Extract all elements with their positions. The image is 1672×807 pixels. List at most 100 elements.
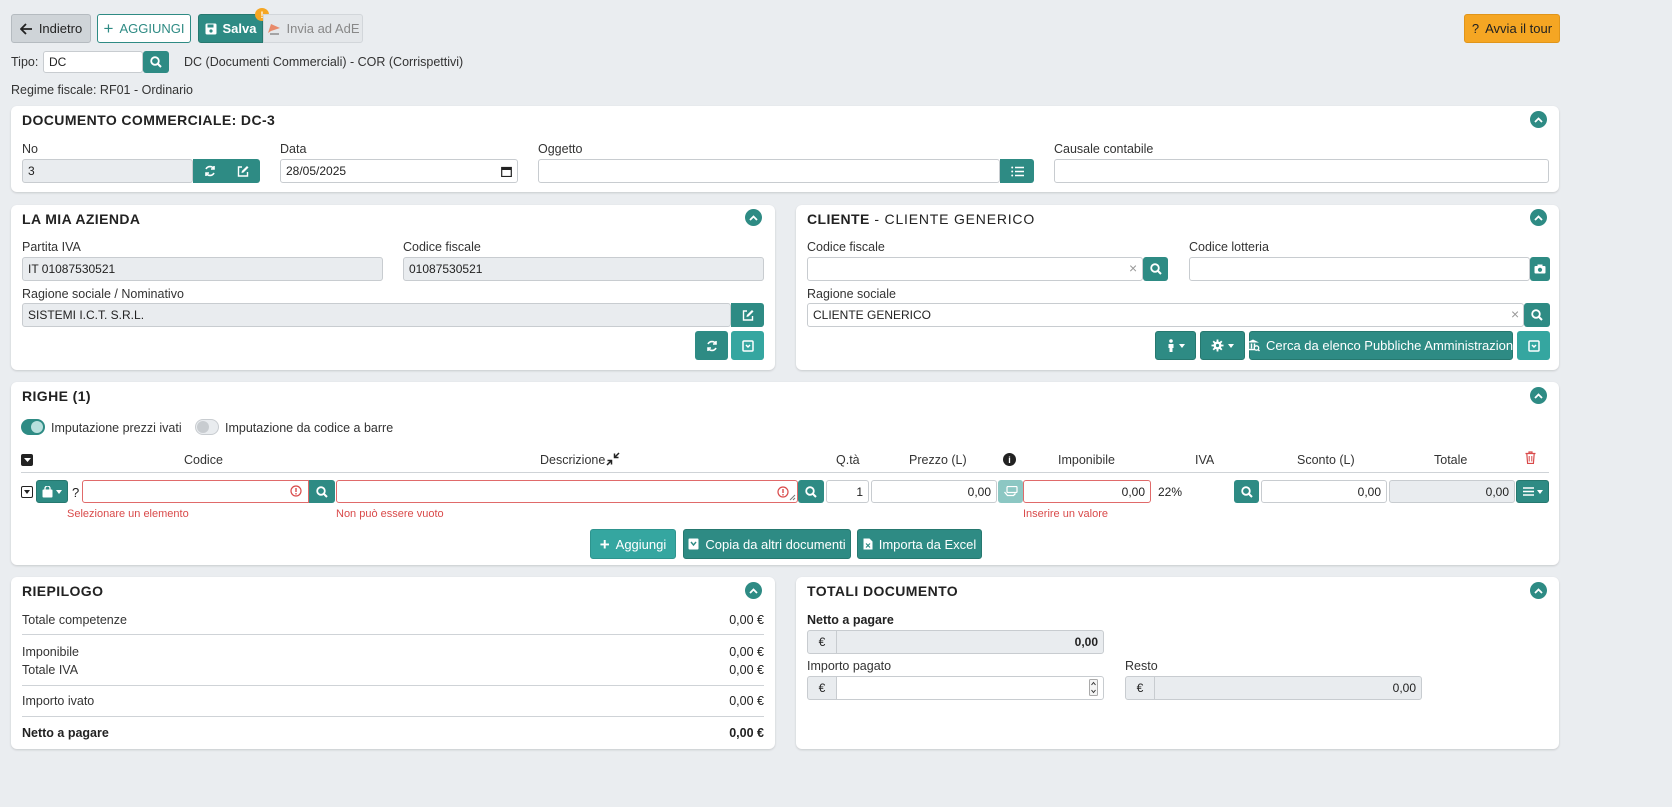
product-type-dropdown[interactable]: [36, 480, 68, 503]
collapse-righe-button[interactable]: [1530, 387, 1547, 404]
totale-input: 0,00: [1389, 480, 1515, 503]
prezzi-ivati-toggle[interactable]: [21, 419, 45, 435]
add-document-button[interactable]: + AGGIUNGI: [97, 14, 191, 43]
compress-icon[interactable]: [606, 452, 620, 466]
col-totale: Totale: [1434, 453, 1468, 467]
collapse-riepilogo-button[interactable]: [745, 582, 762, 599]
causale-label: Causale contabile: [1054, 142, 1154, 156]
error-icon: [777, 486, 789, 498]
cliente-cf-search-button[interactable]: [1143, 257, 1168, 281]
trash-icon[interactable]: [1525, 451, 1536, 464]
excel-file-icon: [863, 538, 873, 550]
descrizione-input[interactable]: [336, 480, 798, 503]
righe-title: RIGHE (1): [22, 388, 91, 404]
collapse-azienda-button[interactable]: [745, 209, 762, 226]
netto-value: 0,00 €: [729, 726, 764, 740]
send-ade-button[interactable]: Invia ad AdE: [263, 14, 363, 43]
azienda-rs-input[interactable]: SISTEMI I.C.T. S.R.L.: [22, 303, 731, 327]
edit-azienda-button[interactable]: [731, 303, 764, 327]
search-icon: [1531, 309, 1543, 321]
imponibile-input[interactable]: 0,00: [1023, 480, 1151, 503]
imponibile-label: Imponibile: [22, 645, 79, 659]
person-type-dropdown[interactable]: [1155, 331, 1196, 360]
resize-handle-icon[interactable]: [789, 494, 796, 501]
add-row-button[interactable]: + Aggiungi: [590, 529, 676, 559]
data-label: Data: [280, 142, 307, 156]
spinner-icon[interactable]: [1089, 679, 1098, 696]
prezzo-input[interactable]: 0,00: [871, 480, 997, 503]
sconto-input[interactable]: 0,00: [1261, 480, 1387, 503]
refresh-icon: [706, 340, 718, 352]
caret-down-icon: [24, 490, 30, 494]
plus-icon: +: [103, 19, 114, 38]
table-header-divider: [21, 472, 1549, 473]
tipo-search-button[interactable]: [143, 51, 169, 73]
import-excel-button[interactable]: Importa da Excel: [857, 529, 982, 559]
codice-input[interactable]: [82, 480, 309, 503]
lotteria-input[interactable]: [1189, 257, 1530, 281]
save-button[interactable]: Salva: [198, 14, 263, 43]
codice-barre-toggle[interactable]: [195, 419, 219, 435]
info-icon[interactable]: i: [1003, 453, 1016, 466]
piva-label: Partita IVA: [22, 240, 81, 254]
iva-input[interactable]: 22%: [1152, 480, 1234, 503]
price-toggle-button[interactable]: [998, 480, 1023, 503]
iva-search-button[interactable]: [1234, 480, 1259, 503]
start-tour-button[interactable]: ? Avvia il tour: [1464, 14, 1560, 43]
qta-input[interactable]: 1: [826, 480, 869, 503]
collapse-documento-button[interactable]: [1530, 111, 1547, 128]
ivato-value: 0,00 €: [729, 694, 764, 708]
cliente-cf-label: Codice fiscale: [807, 240, 885, 254]
expand-all-button[interactable]: [21, 454, 33, 466]
piva-input[interactable]: IT 01087530521: [22, 257, 383, 281]
causale-input[interactable]: [1054, 159, 1549, 183]
tipo-label: Tipo:: [11, 55, 39, 69]
codice-barre-label: Imputazione da codice a barre: [225, 421, 394, 435]
menu-icon: [1522, 487, 1534, 496]
settings-dropdown[interactable]: [1200, 331, 1245, 360]
collapse-totali-button[interactable]: [1530, 582, 1547, 599]
competenze-label: Totale competenze: [22, 613, 127, 627]
search-icon: [1149, 263, 1162, 275]
expand-row-button[interactable]: [21, 486, 33, 498]
descrizione-search-button[interactable]: [798, 480, 824, 503]
oggetto-input[interactable]: [538, 159, 1000, 183]
collapse-cliente-button[interactable]: [1530, 209, 1547, 226]
pagato-input[interactable]: [836, 676, 1104, 700]
oggetto-label: Oggetto: [538, 142, 583, 156]
prezzi-ivati-label: Imputazione prezzi ivati: [51, 421, 182, 435]
caret-down-icon: [1178, 343, 1185, 348]
totali-netto-label: Netto a pagare: [807, 613, 894, 627]
cliente-rs-input[interactable]: CLIENTE GENERICO: [807, 303, 1524, 327]
clear-icon[interactable]: ×: [1129, 260, 1137, 276]
cliente-cf-input[interactable]: [807, 257, 1143, 281]
tipo-input[interactable]: DC: [43, 51, 143, 73]
gear-icon: [1211, 339, 1224, 352]
date-input[interactable]: 28/05/2025: [280, 159, 518, 183]
oggetto-list-button[interactable]: [1000, 159, 1034, 183]
no-input[interactable]: 3: [22, 159, 193, 183]
save-azienda-button[interactable]: [731, 331, 764, 360]
caret-down-icon: [1228, 343, 1234, 348]
person-icon: [1167, 339, 1175, 352]
back-button[interactable]: Indietro: [11, 14, 91, 43]
azienda-cf-input[interactable]: 01087530521: [403, 257, 764, 281]
codice-search-button[interactable]: [309, 480, 335, 503]
send-icon: [267, 22, 281, 35]
cliente-rs-search-button[interactable]: [1524, 303, 1550, 327]
camera-scan-button[interactable]: [1530, 257, 1550, 281]
edit-number-button[interactable]: [226, 159, 260, 183]
col-qta: Q.tà: [836, 453, 860, 467]
calendar-icon[interactable]: [501, 166, 512, 177]
documento-title: DOCUMENTO COMMERCIALE: DC-3: [22, 112, 276, 128]
refresh-number-button[interactable]: [193, 159, 226, 183]
refresh-azienda-button[interactable]: [695, 331, 728, 360]
clear-icon[interactable]: ×: [1511, 306, 1519, 322]
search-pa-button[interactable]: Cerca da elenco Pubbliche Amministrazion…: [1247, 331, 1516, 360]
imponibile-error: Inserire un valore: [1023, 508, 1108, 520]
save-cliente-button[interactable]: [1517, 331, 1550, 360]
copy-documents-button[interactable]: Copia da altri documenti: [683, 529, 851, 559]
row-menu-button[interactable]: [1516, 480, 1549, 503]
shopping-bag-icon: [42, 485, 53, 498]
regime-fiscale: Regime fiscale: RF01 - Ordinario: [11, 83, 194, 97]
